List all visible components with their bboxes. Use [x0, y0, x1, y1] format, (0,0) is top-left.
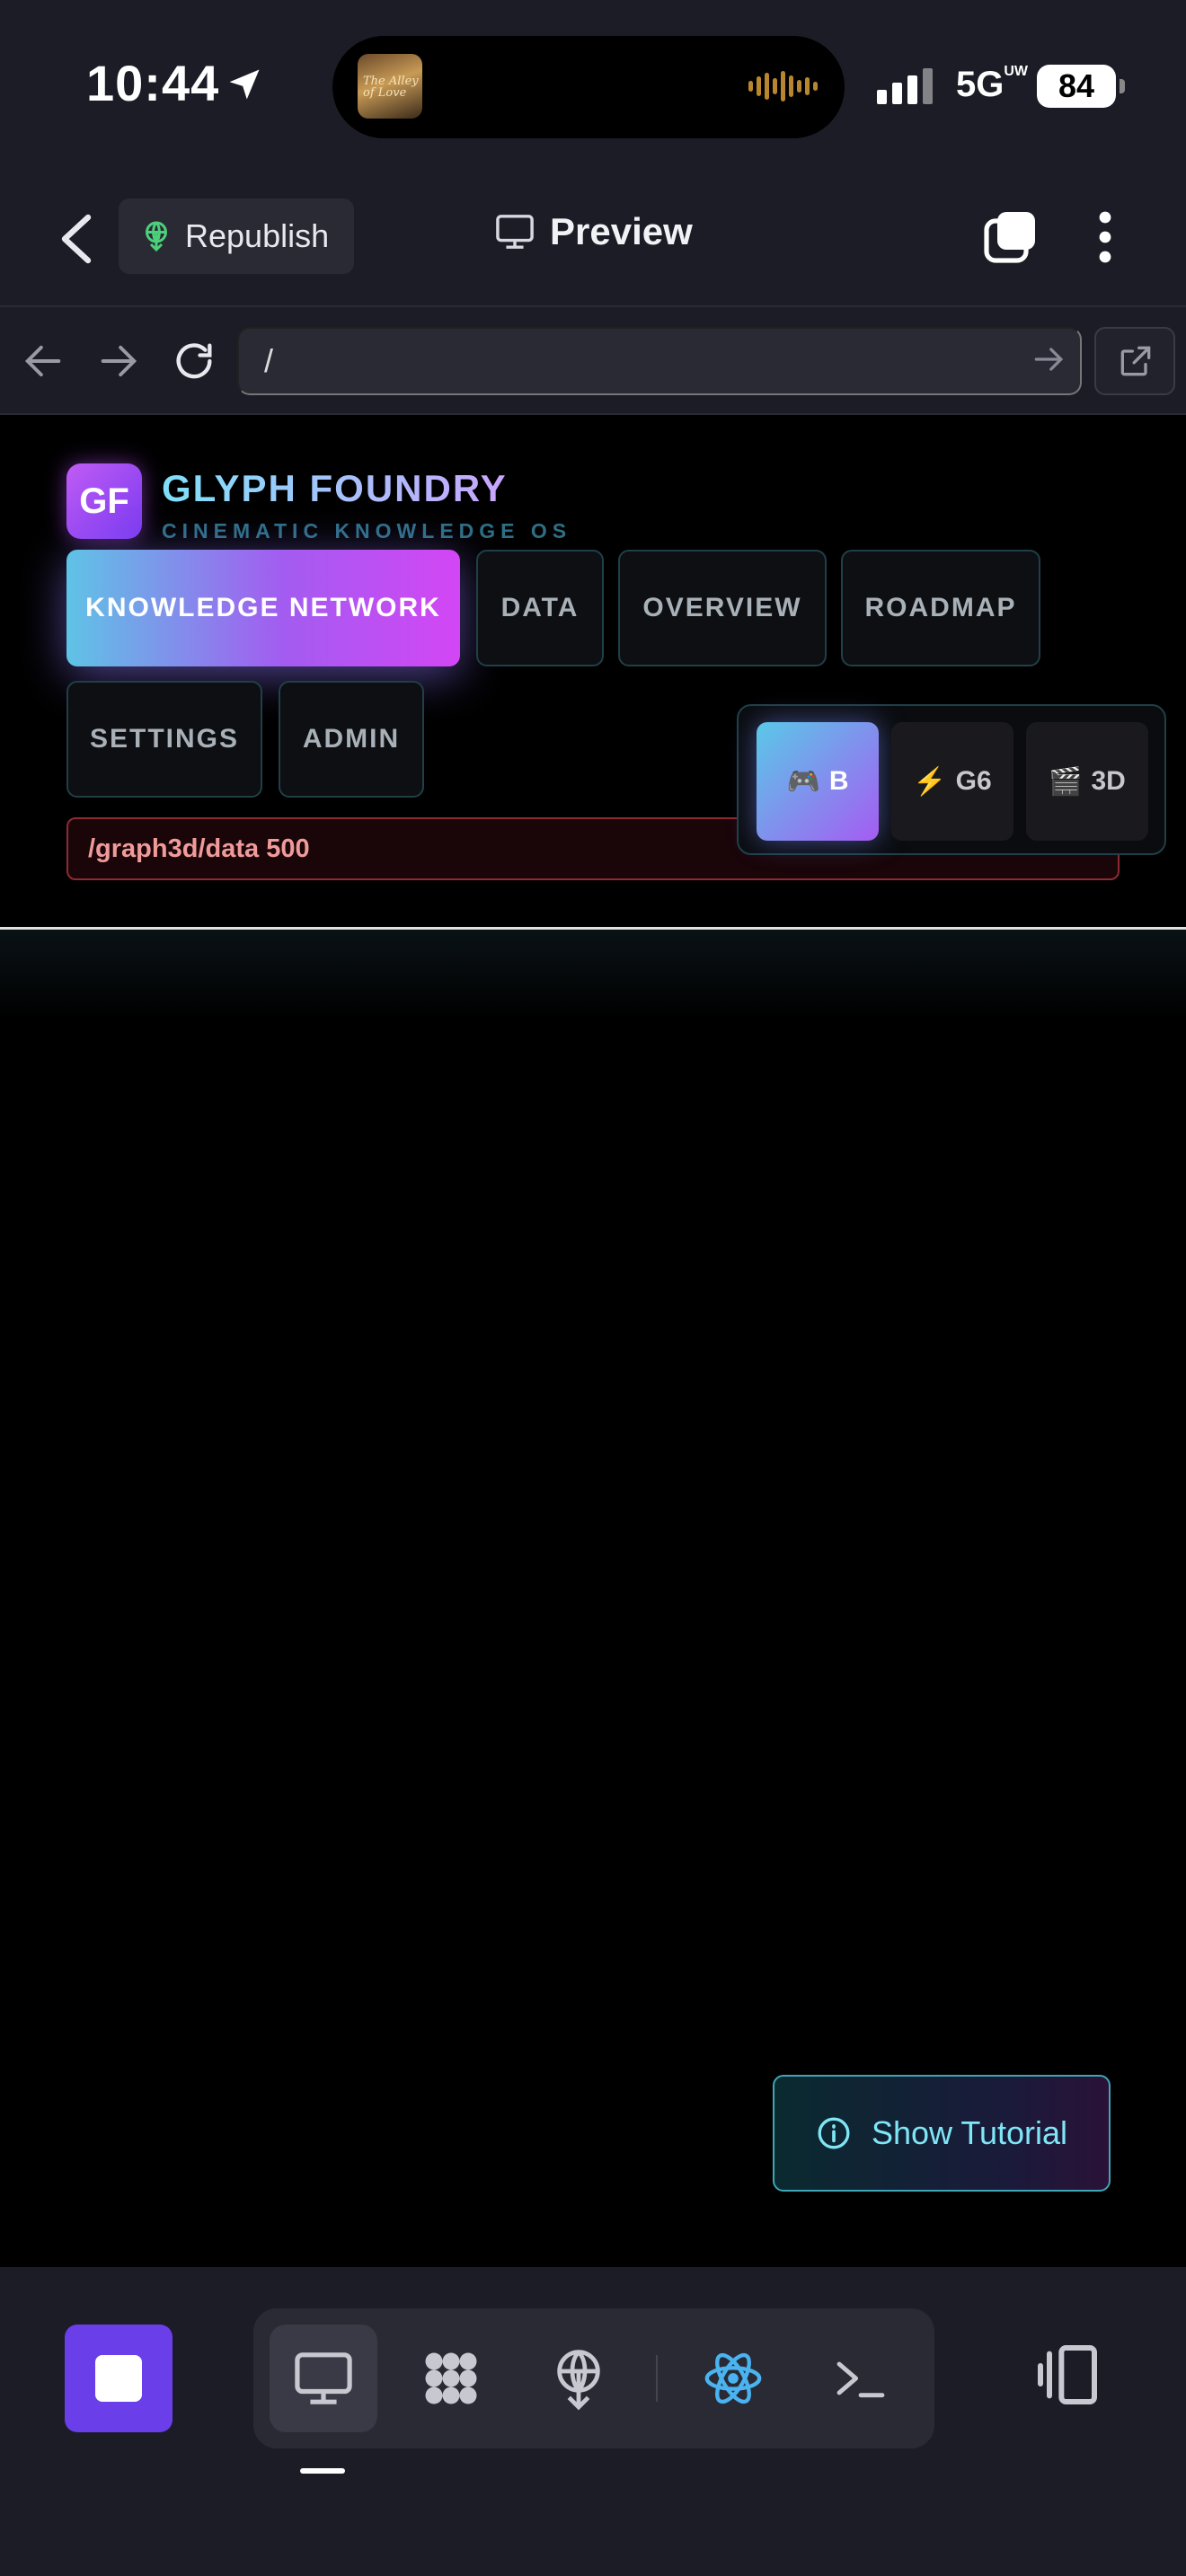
nav-settings[interactable]: SETTINGS	[66, 681, 262, 798]
tool-separator	[656, 2355, 658, 2402]
grid-pattern-icon	[425, 2352, 477, 2404]
cell-signal-icon	[877, 68, 933, 104]
bottom-toolbar	[0, 2267, 1186, 2576]
republish-label: Republish	[185, 217, 330, 254]
open-external-button[interactable]	[1094, 327, 1175, 395]
album-art: The Alley of Love	[358, 54, 422, 119]
canvas-top-glow	[0, 930, 1186, 1019]
album-art-text: The Alley of Love	[363, 75, 419, 100]
stop-button[interactable]	[65, 2325, 173, 2432]
arrow-left-icon[interactable]	[20, 338, 66, 384]
network-type: 5GUW	[956, 65, 1028, 105]
brand-subtitle: CINEMATIC KNOWLEDGE OS	[162, 519, 572, 543]
tool-group	[253, 2308, 934, 2448]
waveform-icon	[748, 70, 818, 102]
nav-knowledge-network[interactable]: KNOWLEDGE NETWORK	[66, 550, 460, 666]
show-tutorial-button[interactable]: Show Tutorial	[773, 2075, 1111, 2192]
go-arrow-icon[interactable]	[1030, 340, 1069, 379]
tool-terminal[interactable]	[807, 2325, 915, 2432]
mode-label: G6	[955, 766, 992, 796]
location-arrow-icon	[229, 69, 260, 100]
tabs-icon[interactable]	[981, 208, 1039, 266]
mode-button-3d[interactable]: 🎬 3D	[1026, 722, 1148, 841]
nav-data[interactable]: DATA	[476, 550, 604, 666]
deploy-icon	[557, 2350, 600, 2411]
arrow-right-icon[interactable]	[95, 338, 142, 384]
tool-react[interactable]	[679, 2325, 787, 2432]
nav-overview[interactable]: OVERVIEW	[618, 550, 827, 666]
nav-admin[interactable]: ADMIN	[279, 681, 424, 798]
network-label: 5G	[956, 65, 1005, 104]
gamepad-icon: 🎮	[786, 766, 820, 797]
url-input[interactable]	[237, 327, 1082, 395]
tool-pattern[interactable]	[397, 2325, 505, 2432]
chevron-left-icon[interactable]	[56, 212, 95, 266]
app-header: Republish Preview	[0, 176, 1186, 307]
dynamic-island[interactable]: The Alley of Love	[332, 36, 845, 138]
refresh-icon[interactable]	[171, 338, 217, 384]
clapperboard-icon: 🎬	[1049, 766, 1083, 797]
lightning-icon: ⚡	[913, 766, 947, 797]
panel-toggle-icon[interactable]	[1031, 2339, 1103, 2411]
view-mode-switcher: 🎮 B ⚡ G6 🎬 3D	[737, 704, 1166, 855]
tool-desktop[interactable]	[270, 2325, 377, 2432]
terminal-icon	[836, 2361, 885, 2398]
react-icon	[704, 2352, 762, 2404]
brand-title: GLYPH FOUNDRY	[162, 467, 571, 510]
page-title-label: Preview	[550, 210, 693, 252]
more-vertical-icon[interactable]	[1087, 208, 1123, 266]
brand: GF GLYPH FOUNDRY CINEMATIC KNOWLEDGE OS	[66, 463, 571, 543]
mode-label: 3D	[1091, 766, 1126, 796]
mode-button-b[interactable]: 🎮 B	[757, 722, 879, 841]
stop-icon	[95, 2355, 142, 2402]
desktop-icon	[295, 2352, 352, 2404]
clock: 10:44	[86, 55, 220, 111]
broadcast-icon	[146, 221, 167, 252]
page-title: Preview	[494, 210, 693, 253]
nav-roadmap[interactable]: ROADMAP	[841, 550, 1040, 666]
network-sup: UW	[1004, 64, 1029, 79]
mode-button-g6[interactable]: ⚡ G6	[891, 722, 1013, 841]
info-icon	[818, 2117, 850, 2149]
republish-button[interactable]: Republish	[119, 198, 354, 274]
external-link-icon	[1120, 346, 1151, 376]
brand-logo: GF	[66, 463, 142, 539]
status-bar: 10:44 The Alley of Love 5GUW 84	[0, 0, 1186, 176]
tool-deploy[interactable]	[525, 2325, 633, 2432]
show-tutorial-label: Show Tutorial	[871, 2114, 1068, 2151]
app-viewport: GF GLYPH FOUNDRY CINEMATIC KNOWLEDGE OS …	[0, 417, 1186, 2267]
monitor-icon	[496, 215, 534, 249]
mode-label: B	[828, 766, 849, 796]
battery-indicator: 84	[1037, 65, 1125, 108]
browser-bar	[0, 307, 1186, 415]
active-tool-indicator	[300, 2468, 345, 2474]
